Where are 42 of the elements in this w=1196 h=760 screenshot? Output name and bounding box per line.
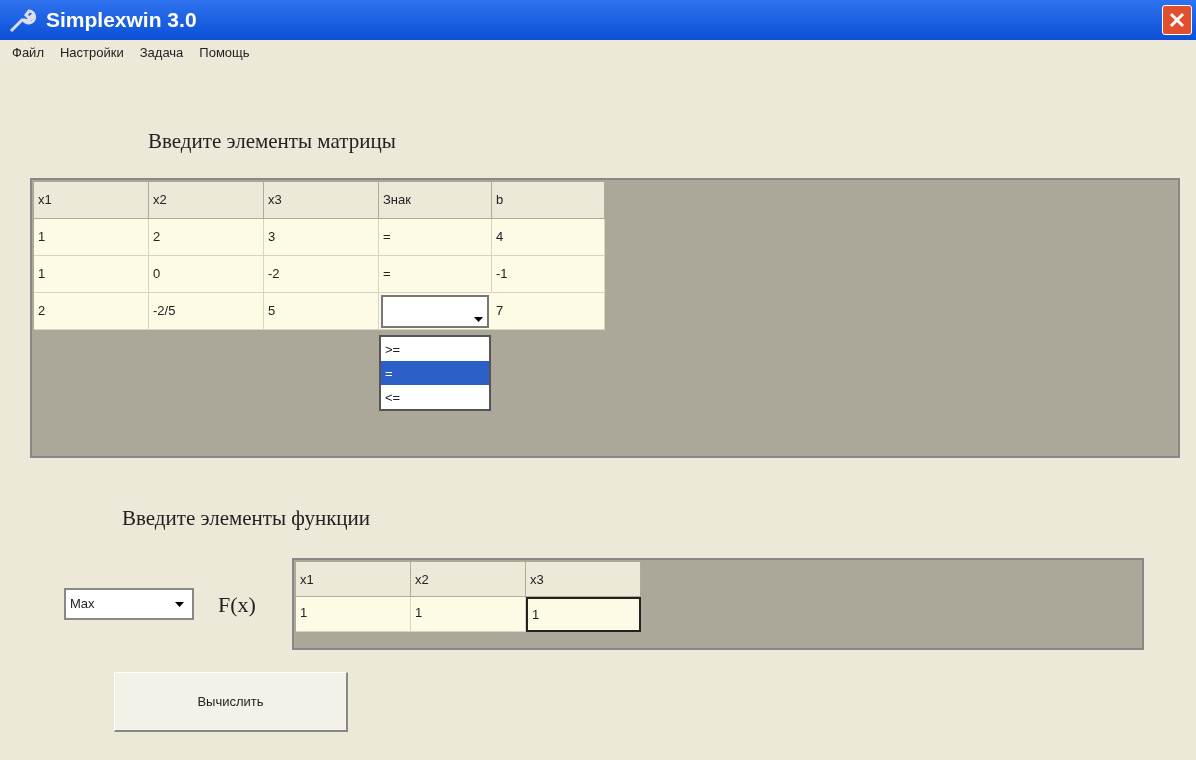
table-cell: 5 (264, 292, 379, 330)
column-header: x2 (149, 181, 264, 219)
calculate-button[interactable]: Вычислить (114, 672, 348, 732)
dropdown-arrow-icon (175, 601, 184, 607)
table-cell: -2 (264, 255, 379, 293)
goal-combo-box[interactable]: Max (64, 588, 194, 620)
table-cell: = (379, 255, 492, 293)
function-heading: Введите элементы функции (122, 504, 372, 532)
matrix-heading: Введите элементы матрицы (148, 128, 397, 155)
function-label: F(x) (218, 590, 256, 619)
table-cell: -1 (492, 255, 605, 293)
wrench-icon (8, 7, 38, 33)
column-header: x1 (34, 181, 149, 219)
table-cell: 1 (410, 597, 526, 632)
menu-item[interactable]: Помощь (199, 43, 250, 63)
column-header: x2 (410, 562, 526, 597)
table-cell: 2 (34, 292, 149, 330)
table-cell: 0 (149, 255, 264, 293)
close-icon (1169, 12, 1185, 28)
table-cell: 1 (34, 218, 149, 256)
menu-item[interactable]: Задача (139, 43, 184, 63)
table-cell: 1 (295, 597, 411, 632)
window-title: Simplexwin 3.0 (46, 7, 198, 34)
table-cell: 1 (34, 255, 149, 293)
dropdown-option[interactable]: = (381, 360, 489, 385)
table-cell: = (379, 218, 492, 256)
column-header: x3 (264, 181, 379, 219)
table-cell: 4 (492, 218, 605, 256)
sign-combo-box[interactable] (381, 294, 489, 328)
column-header: Знак (379, 181, 492, 219)
table-cell: 1 (525, 597, 641, 632)
column-header: x3 (525, 562, 641, 597)
dropdown-arrow-icon (474, 316, 483, 322)
column-header: x1 (295, 562, 411, 597)
table-cell: 7 (492, 292, 605, 330)
menu-item[interactable]: Файл (12, 43, 44, 63)
table-cell: -2/5 (149, 292, 264, 330)
menu-item[interactable]: Настройки (59, 43, 124, 63)
close-button[interactable] (1162, 5, 1192, 35)
column-header: b (492, 181, 605, 219)
table-cell: 3 (264, 218, 379, 256)
table-cell: 2 (149, 218, 264, 256)
